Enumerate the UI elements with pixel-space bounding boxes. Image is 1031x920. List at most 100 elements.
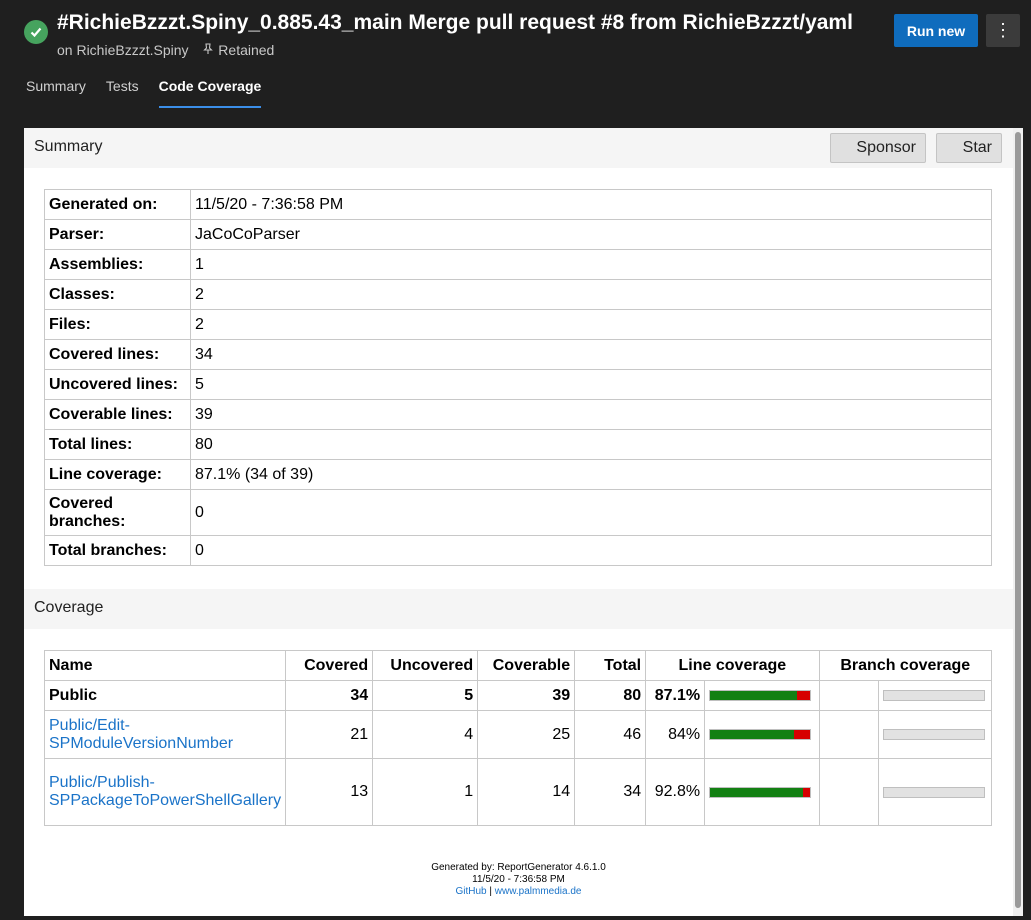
branch-coverage-bar-cell xyxy=(877,710,993,759)
run-new-button[interactable]: Run new xyxy=(894,14,978,47)
success-status-icon xyxy=(24,20,48,44)
branch-coverage-bar xyxy=(882,729,985,740)
line-coverage-bar-cell xyxy=(704,710,820,759)
summary-row: Generated on: 11/5/20 - 7:36:58 PM xyxy=(44,189,992,220)
coverage-total-cell: 46 xyxy=(574,710,647,759)
summary-key: Covered branches: xyxy=(44,489,191,536)
summary-value: 0 xyxy=(190,489,992,536)
palmmedia-link[interactable]: www.palmmedia.de xyxy=(495,886,582,897)
column-header-coverable[interactable]: Coverable xyxy=(477,650,576,681)
uncovered-segment xyxy=(802,787,811,797)
line-coverage-bar xyxy=(709,786,812,798)
tab-tests[interactable]: Tests xyxy=(106,78,139,108)
summary-key: Classes: xyxy=(44,279,191,310)
summary-section-header: Summary Sponsor Star xyxy=(24,128,1013,168)
summary-row: Line coverage: 87.1% (34 of 39) xyxy=(44,459,992,490)
summary-key: Uncovered lines: xyxy=(44,369,191,400)
retained-label: Retained xyxy=(218,42,275,58)
column-header-total[interactable]: Total xyxy=(574,650,647,681)
line-coverage-percent: 84% xyxy=(645,710,706,759)
column-header-branch-coverage[interactable]: Branch coverage xyxy=(818,650,993,681)
pin-icon xyxy=(202,42,218,58)
summary-value: 2 xyxy=(190,309,992,340)
coverage-row: Public/Publish-SPPackageToPowerShellGall… xyxy=(43,758,993,826)
coverage-uncovered-cell: 5 xyxy=(372,680,479,711)
scrollbar-thumb[interactable] xyxy=(1015,132,1021,908)
summary-value: 39 xyxy=(190,399,992,430)
line-coverage-percent: 92.8% xyxy=(645,758,706,826)
summary-key: Parser: xyxy=(44,219,191,250)
covered-segment xyxy=(710,787,803,797)
line-coverage-bar xyxy=(709,729,812,740)
column-header-uncovered[interactable]: Uncovered xyxy=(372,650,479,681)
column-header-covered[interactable]: Covered xyxy=(285,650,374,681)
assembly-name: Public xyxy=(49,686,98,704)
summary-key: Coverable lines: xyxy=(44,399,191,430)
line-coverage-bar xyxy=(709,690,812,701)
class-link[interactable]: Public/Edit-SPModuleVersionNumber xyxy=(49,717,233,752)
uncovered-segment xyxy=(794,730,811,739)
covered-segment xyxy=(710,691,798,700)
generated-by-text: Generated by: ReportGenerator 4.6.1.0 xyxy=(431,862,606,873)
sponsor-label: Sponsor xyxy=(856,139,916,156)
branch-coverage-percent xyxy=(818,710,879,759)
column-header-name[interactable]: Name xyxy=(43,650,287,681)
summary-value: 2 xyxy=(190,279,992,310)
summary-row: Files: 2 xyxy=(44,309,992,340)
tab-code-coverage[interactable]: Code Coverage xyxy=(158,78,262,108)
coverage-table: Name Covered Uncovered Coverable Total L… xyxy=(43,650,993,826)
coverage-row: Public 34 5 39 80 87.1% xyxy=(43,680,993,711)
summary-value: 34 xyxy=(190,339,992,370)
coverage-row: Public/Edit-SPModuleVersionNumber 21 4 25 46… xyxy=(43,710,993,759)
summary-key: Total branches: xyxy=(44,535,191,566)
coverage-coverable-cell: 39 xyxy=(477,680,576,711)
coverage-total-cell: 34 xyxy=(574,758,647,826)
coverage-uncovered-cell: 1 xyxy=(372,758,479,826)
column-header-line-coverage[interactable]: Line coverage xyxy=(645,650,820,681)
summary-row: Total branches: 0 xyxy=(44,535,992,566)
github-link[interactable]: GitHub xyxy=(455,886,486,897)
summary-value: JaCoCoParser xyxy=(190,219,992,250)
sponsor-button[interactable]: Sponsor xyxy=(830,133,926,163)
summary-row: Uncovered lines: 5 xyxy=(44,369,992,400)
coverage-report-panel: Summary Sponsor Star Generated on: 11/5/2… xyxy=(24,128,1013,916)
coverage-uncovered-cell: 4 xyxy=(372,710,479,759)
branch-coverage-percent xyxy=(818,680,879,711)
coverage-total-cell: 80 xyxy=(574,680,647,711)
tab-bar: Summary Tests Code Coverage xyxy=(26,78,281,108)
coverage-covered-cell: 13 xyxy=(285,758,374,826)
report-scrollbar[interactable] xyxy=(1013,128,1023,916)
coverage-coverable-cell: 14 xyxy=(477,758,576,826)
star-button[interactable]: Star xyxy=(936,133,1002,163)
summary-table: Generated on: 11/5/20 - 7:36:58 PM Parser:… xyxy=(44,189,992,566)
summary-value: 80 xyxy=(190,429,992,460)
branch-coverage-bar-cell xyxy=(877,758,993,826)
coverage-name-cell: Public/Publish-SPPackageToPowerShellGall… xyxy=(43,758,287,826)
summary-row: Covered branches: 0 xyxy=(44,489,992,536)
summary-key: Assemblies: xyxy=(44,249,191,280)
summary-value: 87.1% (34 of 39) xyxy=(190,459,992,490)
more-actions-button[interactable]: ⋮ xyxy=(986,14,1020,47)
coverage-heading: Coverage xyxy=(34,599,104,616)
class-link[interactable]: Public/Publish-SPPackageToPowerShellGall… xyxy=(49,774,281,809)
summary-value: 0 xyxy=(190,535,992,566)
footer-separator: | xyxy=(489,886,492,897)
coverage-section-header: Coverage xyxy=(24,589,1013,629)
tab-summary[interactable]: Summary xyxy=(26,78,86,108)
branch-coverage-bar xyxy=(882,690,985,701)
pipeline-link[interactable]: on RichieBzzzt.Spiny xyxy=(57,42,189,58)
coverage-covered-cell: 21 xyxy=(285,710,374,759)
summary-key: Covered lines: xyxy=(44,339,191,370)
summary-value: 5 xyxy=(190,369,992,400)
line-coverage-percent: 87.1% xyxy=(645,680,706,711)
run-subtitle: on RichieBzzzt.Spiny Retained xyxy=(57,42,274,58)
coverage-name-cell: Public xyxy=(43,680,287,711)
covered-segment xyxy=(710,730,795,739)
summary-row: Covered lines: 34 xyxy=(44,339,992,370)
summary-row: Classes: 2 xyxy=(44,279,992,310)
branch-coverage-bar xyxy=(882,786,985,798)
summary-row: Total lines: 80 xyxy=(44,429,992,460)
summary-value: 1 xyxy=(190,249,992,280)
branch-coverage-bar-cell xyxy=(877,680,993,711)
coverage-name-cell: Public/Edit-SPModuleVersionNumber xyxy=(43,710,287,759)
